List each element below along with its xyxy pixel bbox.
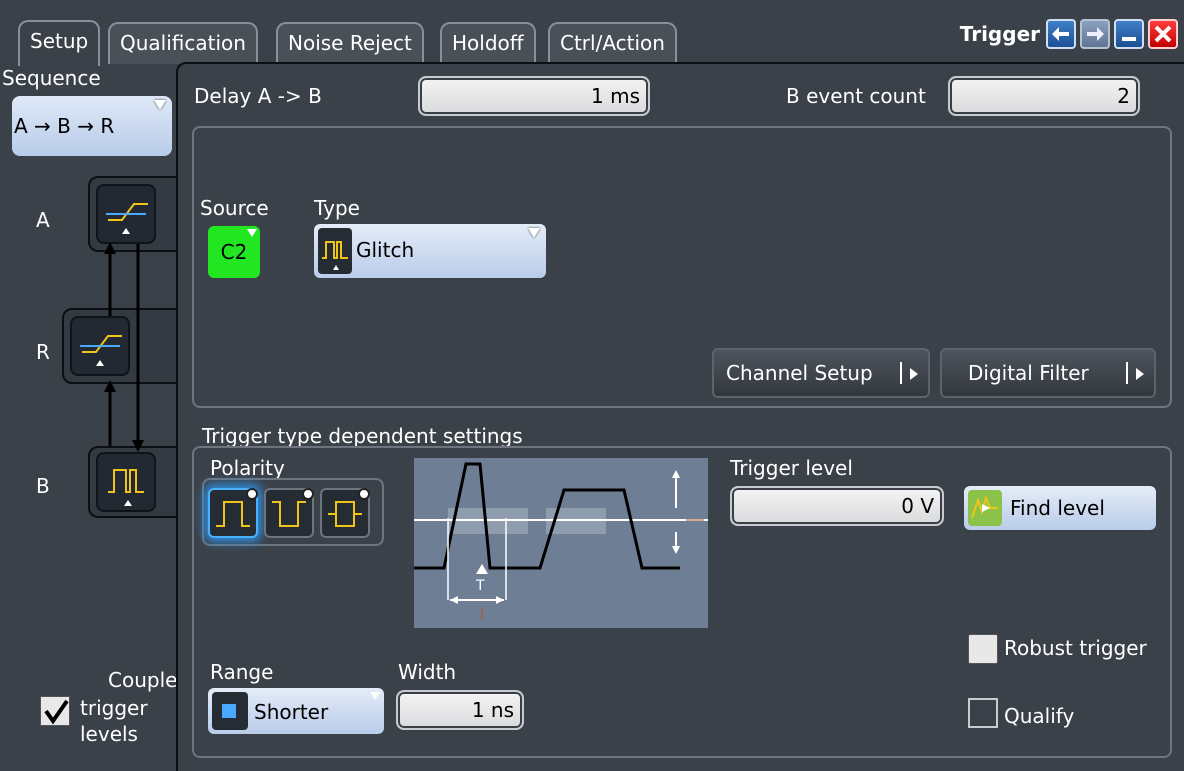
chevron-down-icon: [154, 100, 166, 110]
robust-trigger-checkbox[interactable]: [968, 634, 998, 664]
tab-holdoff-label: Holdoff: [452, 31, 524, 55]
couple-label-2: trigger: [80, 696, 148, 720]
close-icon: [1154, 25, 1172, 43]
tab-noise-reject[interactable]: Noise Reject: [276, 22, 424, 64]
chevron-down-icon: [528, 228, 540, 238]
polarity-either-button[interactable]: [320, 488, 370, 538]
polarity-negative-button[interactable]: [264, 488, 314, 538]
find-level-label: Find level: [1010, 496, 1105, 520]
arrow-right-icon: [910, 368, 918, 380]
chevron-down-icon: [370, 692, 380, 700]
digital-filter-button[interactable]: Digital Filter: [940, 348, 1156, 398]
delay-input[interactable]: 1 ms: [418, 76, 650, 116]
couple-label-3: levels: [80, 722, 138, 746]
trigger-level-input[interactable]: 0 V: [730, 486, 944, 526]
tab-qualification[interactable]: Qualification: [108, 22, 258, 64]
node-a-label: A: [36, 208, 50, 232]
tab-ctrl-action[interactable]: Ctrl/Action: [548, 22, 677, 64]
tab-ctrl-action-label: Ctrl/Action: [560, 31, 665, 55]
redo-icon: [1087, 27, 1104, 41]
find-level-button[interactable]: Find level: [964, 486, 1156, 530]
tab-setup-label: Setup: [30, 29, 89, 53]
tab-setup[interactable]: Setup: [18, 20, 101, 66]
node-b-label: B: [36, 474, 50, 498]
node-b-button[interactable]: [96, 452, 156, 512]
trigger-level-label: Trigger level: [730, 456, 853, 480]
window-title: Trigger: [959, 22, 1040, 46]
width-input[interactable]: 1 ns: [396, 690, 524, 730]
minimize-icon: [1122, 37, 1136, 41]
checkmark-icon: [44, 699, 69, 725]
selected-dot-icon: [246, 488, 258, 500]
dot-icon: [358, 488, 370, 500]
channel-setup-button[interactable]: Channel Setup: [712, 348, 930, 398]
width-label: Width: [398, 660, 457, 684]
robust-trigger-label: Robust trigger: [1004, 636, 1147, 660]
chevron-down-icon: [247, 229, 257, 237]
range-value: Shorter: [254, 700, 329, 724]
node-a-button[interactable]: [96, 184, 156, 244]
range-dropdown[interactable]: Shorter: [208, 688, 384, 734]
delay-label: Delay A -> B: [194, 84, 322, 108]
diagram-t-label: T: [476, 578, 485, 594]
type-label: Type: [314, 196, 360, 220]
b-event-count-input[interactable]: 2: [948, 76, 1140, 116]
type-value: Glitch: [356, 238, 415, 262]
range-label: Range: [210, 660, 274, 684]
title-bar: Trigger: [960, 16, 1178, 52]
couple-label-1: Couple: [108, 668, 178, 692]
tab-qualification-label: Qualification: [120, 31, 246, 55]
channel-setup-label: Channel Setup: [726, 361, 873, 385]
polarity-label: Polarity: [210, 456, 285, 480]
arrow-right-icon: [1136, 368, 1144, 380]
polarity-positive-button[interactable]: [208, 488, 258, 538]
source-dropdown[interactable]: C2: [208, 226, 260, 278]
sequence-value: A → B → R: [14, 114, 115, 138]
glitch-trigger-icon: [108, 469, 144, 506]
couple-trigger-levels-checkbox[interactable]: [40, 696, 70, 726]
node-r-label: R: [36, 340, 50, 364]
sequence-arrows: [104, 242, 144, 452]
digital-filter-label: Digital Filter: [968, 361, 1089, 385]
undo-icon: [1052, 27, 1069, 41]
trigger-dialog: Setup Qualification Noise Reject Holdoff…: [0, 0, 1184, 771]
source-value: C2: [220, 240, 248, 264]
close-button[interactable]: [1148, 19, 1178, 49]
undo-button[interactable]: [1046, 19, 1076, 49]
source-label: Source: [200, 196, 269, 220]
range-shorter-icon: [212, 692, 248, 730]
glitch-diagram: [414, 458, 708, 628]
tab-holdoff[interactable]: Holdoff: [440, 22, 536, 64]
minimize-button[interactable]: [1114, 19, 1144, 49]
sequence-dropdown[interactable]: A → B → R: [12, 96, 172, 156]
redo-button[interactable]: [1080, 19, 1110, 49]
qualify-label: Qualify: [1004, 704, 1075, 728]
glitch-icon: [318, 228, 352, 274]
sequence-label: Sequence: [2, 66, 101, 90]
type-dropdown[interactable]: Glitch: [314, 224, 546, 278]
edge-trigger-icon: [106, 203, 148, 234]
trigger-settings-label: Trigger type dependent settings: [202, 424, 523, 448]
find-level-icon: [968, 490, 1002, 526]
qualify-checkbox[interactable]: [968, 698, 998, 728]
b-event-count-label: B event count: [786, 84, 926, 108]
tab-noise-reject-label: Noise Reject: [288, 31, 412, 55]
dot-icon: [302, 488, 314, 500]
